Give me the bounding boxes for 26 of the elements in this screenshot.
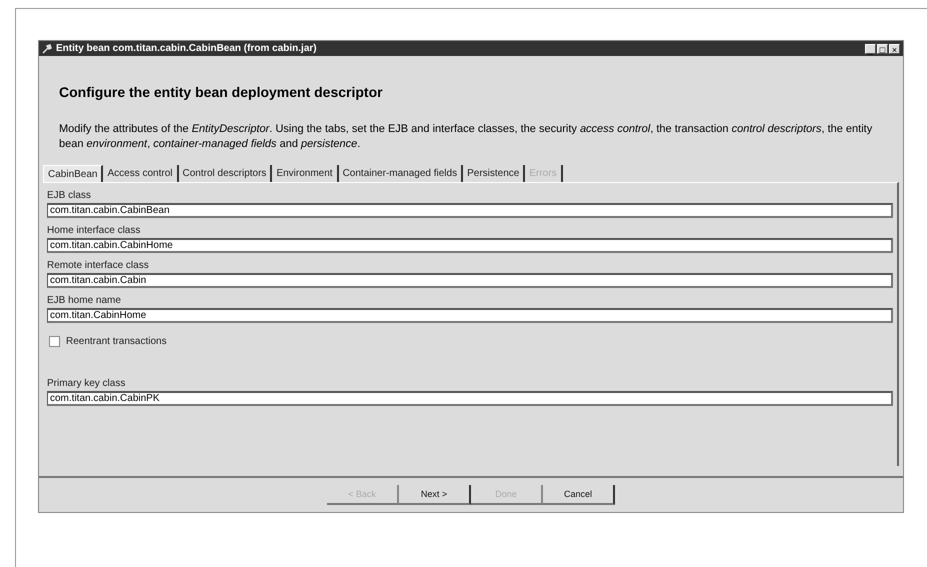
tab[interactable]: Container-managed fields <box>338 165 464 182</box>
tab[interactable]: Access control <box>103 165 179 182</box>
input-field[interactable]: com.titan.cabin.Cabin <box>47 273 893 288</box>
checkbox[interactable] <box>49 336 60 346</box>
field-label: EJB class <box>47 190 92 201</box>
description-text: Modify the attributes of the EntityDescriptor. Using the tabs, set the EJB and interface classes, the security access control, the transaction control descriptors, the entity bean environment, container-managed fields and persistence. <box>59 122 874 152</box>
maximize-button[interactable]: □ <box>877 44 888 54</box>
input-field[interactable]: com.titan.cabin.CabinPK <box>47 391 893 406</box>
field-label: Primary key class <box>47 378 126 389</box>
wrench-icon <box>42 44 52 54</box>
wizard-button[interactable]: Next > <box>399 485 471 505</box>
tab[interactable]: Environment <box>272 165 339 182</box>
input-field[interactable]: com.titan.cabin.CabinBean <box>47 203 893 218</box>
tab[interactable]: Persistence <box>463 165 526 182</box>
checkbox-label: Reentrant transactions <box>66 336 167 347</box>
close-button[interactable]: × <box>889 44 900 54</box>
tab[interactable]: CabinBean <box>43 165 104 182</box>
field-label: Remote interface class <box>47 260 150 271</box>
field-label: EJB home name <box>47 295 122 306</box>
input-field[interactable]: com.titan.cabin.CabinHome <box>47 238 893 253</box>
wizard-button[interactable]: Cancel <box>543 485 615 505</box>
field-label: Home interface class <box>47 225 142 236</box>
tab[interactable]: Control descriptors <box>178 165 272 182</box>
input-field[interactable]: com.titan.CabinHome <box>47 308 893 323</box>
page-heading: Configure the entity bean deployment descriptor <box>59 84 384 100</box>
window-title: Entity bean com.titan.cabin.CabinBean (from cabin.jar) <box>56 43 318 54</box>
